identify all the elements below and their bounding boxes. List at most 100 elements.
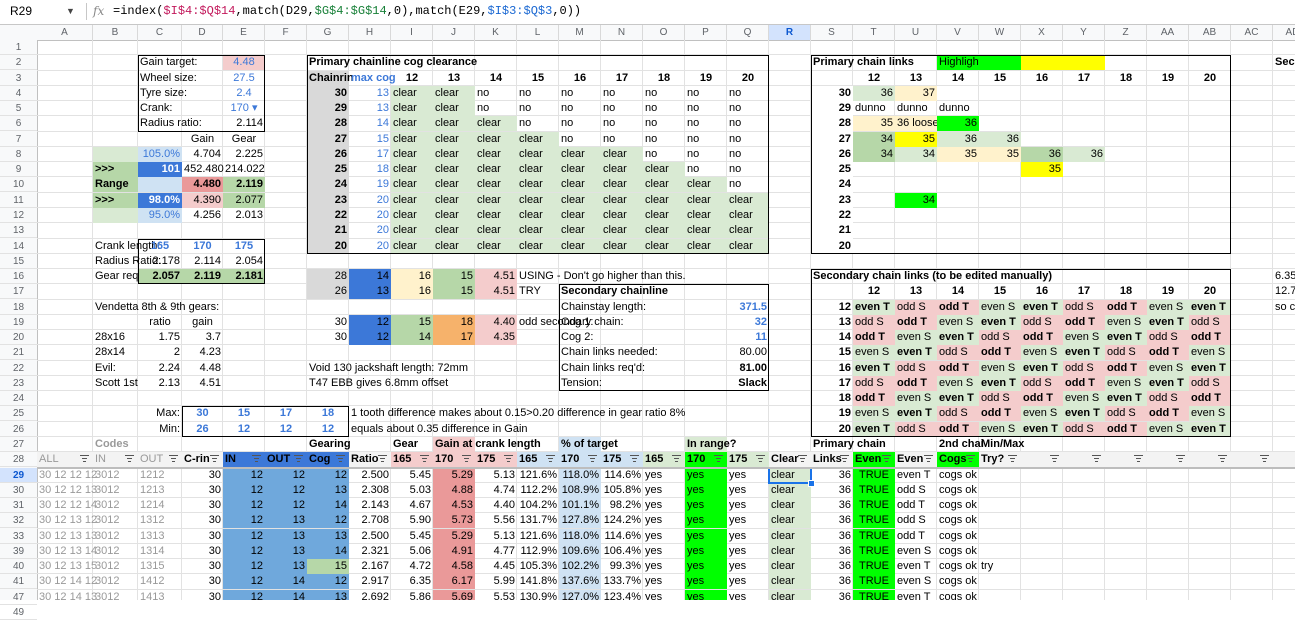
cell-h25[interactable]: 1 tooth difference makes about 0.15>0.20… [349,406,685,421]
filter-icon[interactable] [210,454,219,463]
data-cell[interactable]: 5.99 [475,574,517,589]
data-cell[interactable]: 36 [811,574,853,589]
data-cell[interactable]: yes [727,498,769,513]
clearance-cell[interactable]: clear [475,177,517,193]
max-cog-value[interactable]: 13 [349,86,391,101]
data-cell[interactable]: 2.917 [349,574,391,589]
filter-icon[interactable] [756,454,765,463]
chainring-value[interactable]: 27 [307,131,349,147]
column-header-x[interactable]: X [1021,25,1063,40]
data-cell[interactable]: 36 [811,483,853,498]
data-cell[interactable]: 2.143 [349,498,391,513]
data-cell[interactable]: 124.2% [601,513,643,528]
data-cell[interactable]: 12 [223,543,265,559]
clearance-cell[interactable]: clear [433,146,475,162]
cell-b23[interactable]: Scott 1st [93,376,138,391]
data-cell[interactable]: 3012 [93,468,138,483]
cell-t5[interactable]: dunno [853,101,895,116]
filter-icon[interactable] [80,454,89,463]
row-header-40[interactable]: 40 [0,559,37,575]
filter-header-ab[interactable] [1189,452,1231,468]
cell-q22[interactable]: 81.00 [727,361,769,376]
chain-parity-cell[interactable]: even S [853,345,895,361]
cell-d26[interactable]: 26 [182,422,223,437]
filter-icon[interactable] [294,454,303,463]
row-header-41[interactable]: 41 [0,574,37,590]
data-cell[interactable]: 30 12 12 12 [37,468,97,483]
clearance-cell[interactable]: clear [391,177,433,193]
chain-parity-cell[interactable]: even S [1063,330,1105,346]
secondary-cog-value[interactable]: 15 [811,345,853,360]
row-header-30[interactable]: 30 [0,483,37,498]
data-cell[interactable]: 130.9% [517,590,559,600]
secondary-cog-value[interactable]: 16 [811,361,853,376]
column-header-t[interactable]: T [853,25,895,40]
clearance-cell[interactable]: no [727,101,769,116]
column-header-aa[interactable]: AA [1147,25,1189,40]
filter-header-v[interactable]: Cogs [937,452,979,468]
cell-h16[interactable]: 14 [349,269,391,285]
clearance-cell[interactable]: no [517,116,559,131]
clearance-cell[interactable]: clear [601,207,643,223]
data-cell[interactable]: 2.708 [349,513,391,528]
cell-m19[interactable]: Cog 1: [559,315,601,330]
clearance-cell[interactable]: clear [685,192,727,208]
filter-icon[interactable] [630,454,639,463]
clearance-cell[interactable]: no [517,101,559,116]
cell-u5[interactable]: dunno [895,101,937,116]
column-header-l[interactable]: L [517,25,559,40]
data-cell[interactable]: clear [769,513,811,529]
row-header-13[interactable]: 13 [0,223,37,239]
data-cell[interactable] [979,513,1021,528]
clearance-cell[interactable]: clear [559,223,601,239]
data-cell[interactable]: 12 [307,574,349,590]
data-cell[interactable]: 2.500 [349,468,391,483]
clearance-cell[interactable]: no [475,101,517,116]
data-cell[interactable]: yes [643,529,685,544]
data-cell[interactable]: 14 [265,574,307,590]
filter-header-w[interactable]: Try? [979,452,1021,468]
cell-i27[interactable]: Gear [391,437,433,452]
clearance-cell[interactable]: no [643,132,685,147]
data-cell[interactable]: cogs ok [937,544,979,559]
cell-v7[interactable]: 36 [937,131,979,147]
cell-s10[interactable]: 24 [811,177,853,192]
chain-parity-cell[interactable]: even T [895,345,937,361]
cell-t4[interactable]: 36 [853,85,895,101]
clearance-cell[interactable]: no [559,86,601,101]
cell-g23[interactable]: T47 EBB gives 6.8mm offset [307,376,448,391]
clearance-cell[interactable]: clear [391,192,433,208]
chain-parity-cell[interactable]: odd S [1021,314,1063,330]
chain-parity-cell[interactable]: odd T [853,391,895,407]
chain-parity-cell[interactable]: even S [1189,345,1231,361]
chain-parity-cell[interactable]: even T [1189,421,1231,437]
cell-s8[interactable]: 26 [811,147,853,162]
data-cell[interactable]: 14 [307,498,349,514]
filter-icon[interactable] [420,454,429,463]
data-cell[interactable]: 30 12 13 14 [37,544,97,559]
filter-header-g[interactable]: Cog [307,452,349,468]
chain-parity-cell[interactable]: odd T [1147,406,1189,422]
data-cell[interactable]: 4.88 [433,482,475,498]
data-cell[interactable]: yes [643,544,685,559]
data-cell[interactable]: 5.03 [391,483,433,498]
clearance-cell[interactable]: clear [433,116,475,132]
clearance-cell[interactable]: clear [517,207,559,223]
data-cell[interactable]: 5.90 [391,513,433,528]
filter-icon[interactable] [798,454,807,463]
chain-parity-cell[interactable]: odd S [1063,360,1105,376]
data-cell[interactable]: yes [685,513,727,529]
chain-parity-cell[interactable]: odd S [1105,345,1147,361]
clearance-cell[interactable]: clear [601,146,643,162]
data-cell[interactable]: yes [643,513,685,528]
cell-y3[interactable]: 17 [1063,71,1105,86]
cell-ad2[interactable]: Seco [1273,55,1295,70]
data-cell[interactable]: yes [685,589,727,600]
clearance-cell[interactable]: clear [601,192,643,208]
cell-b8[interactable] [93,146,138,162]
filter-header-n[interactable]: 175 [601,452,643,468]
clearance-cell[interactable]: clear [601,162,643,178]
column-header-ab[interactable]: AB [1189,25,1231,40]
data-cell[interactable]: 2.308 [349,483,391,498]
data-cell[interactable]: 12 [223,513,265,529]
